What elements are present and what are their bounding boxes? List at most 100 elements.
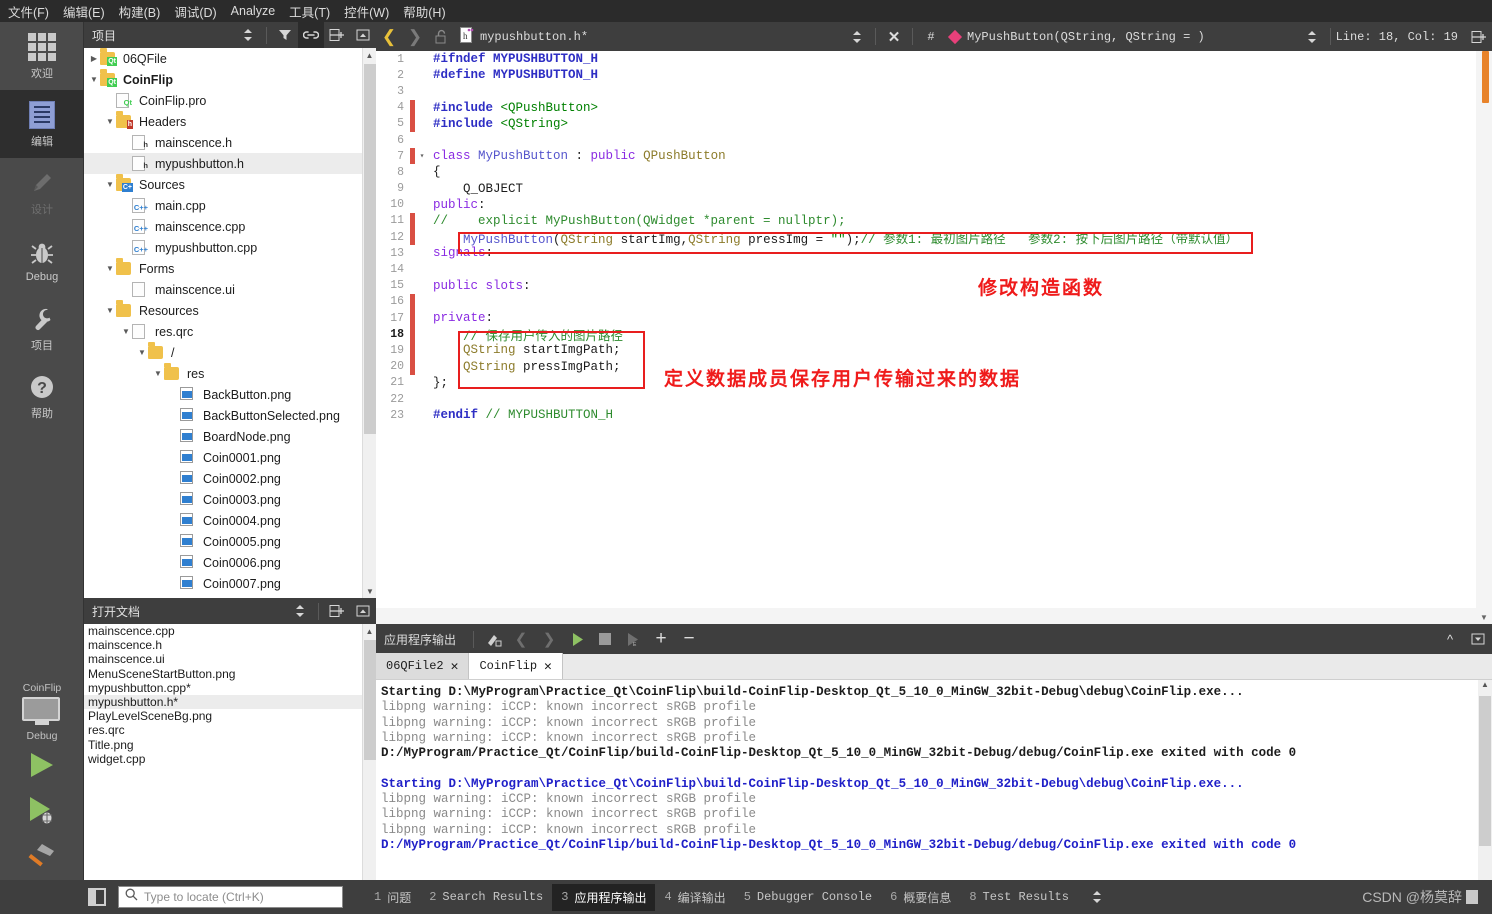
kit-selector[interactable]: CoinFlip Debug: [0, 682, 84, 880]
symbol-chooser[interactable]: MyPushButton(QString, QString = ): [947, 29, 1205, 44]
zoom-out-icon[interactable]: −: [675, 624, 703, 654]
split-icon[interactable]: [324, 22, 350, 48]
code-line[interactable]: 19 QString startImgPath;: [376, 342, 1476, 359]
tree-item[interactable]: Coin0004.png: [84, 510, 376, 531]
tree-item[interactable]: ▼ Qt CoinFlip: [84, 69, 376, 90]
current-file-chip[interactable]: h mypushbutton.h*: [454, 26, 594, 47]
output-pane-button[interactable]: 5 Debugger Console: [735, 885, 881, 909]
open-document-item[interactable]: mypushbutton.h*: [84, 694, 376, 710]
code-line[interactable]: 7 ▾ class MyPushButton : public QPushButto…: [376, 148, 1476, 165]
tree-item[interactable]: Coin0007.png: [84, 573, 376, 594]
code-line[interactable]: 13 signals:: [376, 245, 1476, 261]
menu-item-0[interactable]: 文件(F): [8, 2, 49, 21]
code-lines[interactable]: 1 #ifndef MYPUSHBUTTON_H 2 #define MYPUSHBU…: [376, 51, 1476, 608]
code-line[interactable]: 3: [376, 83, 1476, 99]
tree-item[interactable]: ▼ h Headers: [84, 111, 376, 132]
menu-item-7[interactable]: 帮助(H): [403, 2, 445, 21]
mode-projects[interactable]: 项目: [0, 294, 84, 362]
run-output-icon[interactable]: [563, 624, 591, 654]
output-pane-button[interactable]: 8 Test Results: [960, 885, 1078, 909]
menu-item-4[interactable]: Analyze: [231, 4, 275, 18]
open-document-item[interactable]: MenuSceneStartButton.png: [84, 667, 376, 681]
tree-item[interactable]: Coin0001.png: [84, 447, 376, 468]
chevron-down-icon[interactable]: ▼: [88, 75, 100, 84]
scroll-up-icon[interactable]: ▲: [363, 624, 376, 638]
run-button[interactable]: [0, 742, 84, 788]
mode-design[interactable]: 设计: [0, 158, 84, 226]
open-document-item[interactable]: res.qrc: [84, 723, 376, 737]
tree-item[interactable]: ▼ res.qrc: [84, 321, 376, 342]
code-line[interactable]: 5 #include <QString>: [376, 115, 1476, 132]
tree-item[interactable]: ▼ res: [84, 363, 376, 384]
menu-item-5[interactable]: 工具(T): [289, 2, 330, 21]
tree-item[interactable]: BackButtonSelected.png: [84, 405, 376, 426]
tree-item[interactable]: Coin0003.png: [84, 489, 376, 510]
mode-welcome[interactable]: 欢迎: [0, 22, 84, 90]
chevron-down-icon[interactable]: ▼: [104, 264, 116, 273]
fold-toggle-icon[interactable]: ▾: [415, 151, 429, 161]
output-text[interactable]: Starting D:\MyProgram\Practice_Qt\CoinFl…: [376, 680, 1492, 880]
filter-icon[interactable]: [272, 22, 298, 48]
tree-item[interactable]: ▼ Resources: [84, 300, 376, 321]
menu-item-2[interactable]: 构建(B): [119, 2, 161, 21]
code-line[interactable]: 12 MyPushButton(QString startImg,QString…: [376, 229, 1476, 247]
code-line[interactable]: 22: [376, 391, 1476, 407]
open-document-item[interactable]: mainscence.ui: [84, 652, 376, 666]
close-icon[interactable]: ✕: [451, 659, 459, 674]
chevron-down-icon[interactable]: ▼: [104, 117, 116, 126]
code-line[interactable]: 1 #ifndef MYPUSHBUTTON_H: [376, 51, 1476, 67]
split-chooser-icon[interactable]: [1299, 22, 1325, 51]
code-line[interactable]: 18 // 保存用户传入的图片路径: [376, 326, 1476, 344]
go-forward-icon[interactable]: ❯: [402, 22, 428, 51]
build-button[interactable]: [0, 834, 84, 880]
split-icon[interactable]: [324, 598, 350, 624]
chevron-down-icon[interactable]: ▼: [136, 348, 148, 357]
project-tree-scrollbar[interactable]: ▲ ▼: [362, 48, 376, 598]
tree-item[interactable]: Coin0005.png: [84, 531, 376, 552]
mode-edit[interactable]: 编辑: [0, 90, 84, 158]
zoom-in-icon[interactable]: +: [647, 624, 675, 654]
output-pane-button[interactable]: 4 编译输出: [655, 884, 734, 911]
code-line[interactable]: 23 #endif // MYPUSHBUTTON_H: [376, 407, 1476, 423]
prev-item-icon[interactable]: ❮: [507, 624, 535, 654]
open-document-item[interactable]: PlayLevelSceneBg.png: [84, 709, 376, 723]
open-document-item[interactable]: mypushbutton.cpp*: [84, 681, 376, 695]
project-tree[interactable]: ▶ Qt 06QFile ▼ Qt CoinFlip Qt CoinFlip.pro ▼ h Hea…: [84, 48, 376, 598]
code-line[interactable]: 17 private:: [376, 310, 1476, 327]
search-input[interactable]: Type to locate (Ctrl+K): [118, 886, 343, 908]
open-document-item[interactable]: Title.png: [84, 738, 376, 752]
chevron-down-icon[interactable]: ▼: [104, 180, 116, 189]
output-pane-button[interactable]: 6 概要信息: [881, 884, 960, 911]
close-output-icon[interactable]: [1464, 624, 1492, 654]
start-debugging-button[interactable]: [0, 788, 84, 834]
code-line[interactable]: 8{: [376, 164, 1476, 180]
hash-icon[interactable]: #: [918, 22, 944, 51]
code-line[interactable]: 16: [376, 293, 1476, 310]
scroll-up-icon[interactable]: ▲: [1478, 680, 1492, 694]
close-document-icon[interactable]: ✕: [881, 22, 907, 51]
pane-chooser-icon[interactable]: [1084, 883, 1110, 912]
mode-debug[interactable]: Debug: [0, 226, 84, 294]
output-pane-button[interactable]: 2 Search Results: [420, 885, 552, 909]
pane-chooser-icon[interactable]: [287, 598, 313, 624]
line-col-indicator[interactable]: Line: 18, Col: 19: [1336, 30, 1458, 44]
tree-item[interactable]: C++ mypushbutton.cpp: [84, 237, 376, 258]
output-pane-button[interactable]: 3 应用程序输出: [552, 883, 656, 911]
close-pane-icon[interactable]: [350, 22, 376, 48]
tree-item[interactable]: ▼ C+ Sources: [84, 174, 376, 195]
code-line[interactable]: 4 #include <QPushButton>: [376, 99, 1476, 116]
tree-item[interactable]: BackButton.png: [84, 384, 376, 405]
output-tabs[interactable]: 06QFile2 ✕ CoinFlip ✕: [376, 653, 1492, 680]
file-chooser-icon[interactable]: [844, 22, 870, 51]
tree-item[interactable]: Qt CoinFlip.pro: [84, 90, 376, 111]
tree-item[interactable]: h mainscence.h: [84, 132, 376, 153]
chevron-down-icon[interactable]: ▼: [152, 369, 164, 378]
code-line[interactable]: 15 public slots:: [376, 278, 1476, 294]
output-pane-button[interactable]: 1 问题: [365, 884, 420, 911]
code-line[interactable]: 6: [376, 132, 1476, 148]
code-line[interactable]: 11 // explicit MyPushButton(QWidget *pare…: [376, 212, 1476, 230]
unlock-icon[interactable]: [428, 22, 454, 51]
tree-item[interactable]: C++ mainscence.cpp: [84, 216, 376, 237]
open-documents-scrollbar[interactable]: ▲: [362, 624, 376, 880]
tree-item[interactable]: h mypushbutton.h: [84, 153, 376, 174]
